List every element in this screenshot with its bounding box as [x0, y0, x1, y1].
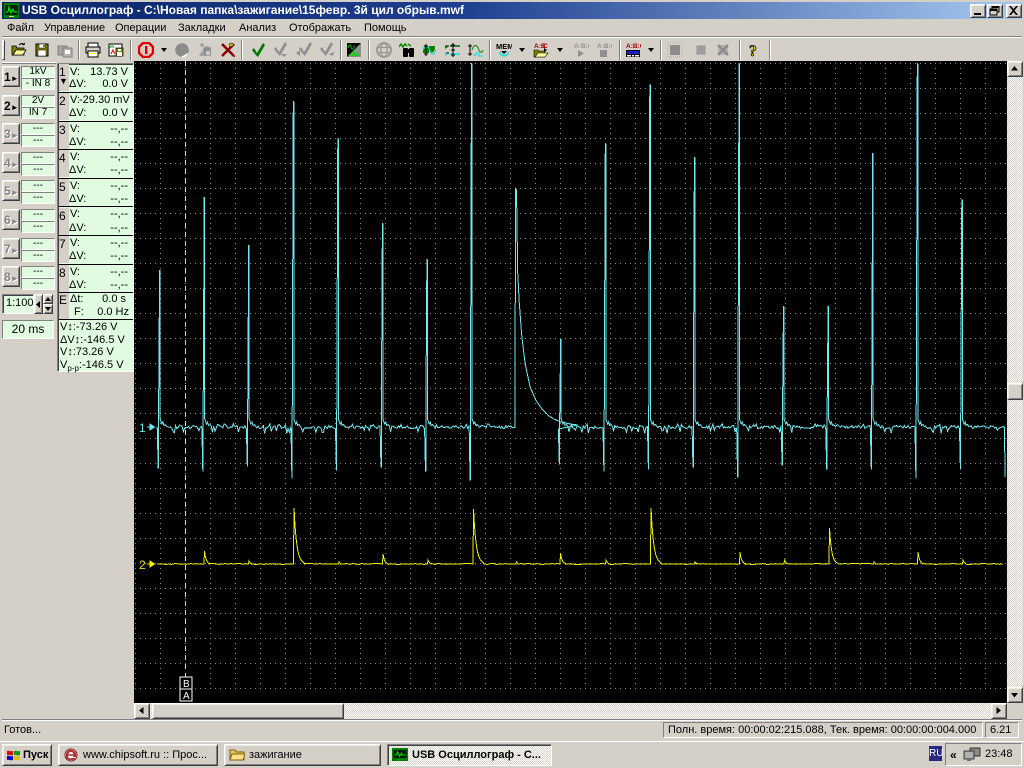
svg-text:2: 2 — [139, 558, 146, 572]
svg-text:MEM: MEM — [496, 42, 512, 51]
svg-text:A:B:C: A:B:C — [626, 43, 641, 50]
svg-text:A: A — [183, 691, 190, 702]
svg-text:B: B — [183, 679, 190, 690]
svg-text:A:B:C: A:B:C — [574, 43, 589, 50]
svg-text:1: 1 — [139, 421, 146, 435]
svg-text:A:B:C: A:B:C — [597, 43, 612, 50]
svg-text:C: C — [543, 43, 548, 50]
svg-text:?: ? — [749, 43, 757, 58]
